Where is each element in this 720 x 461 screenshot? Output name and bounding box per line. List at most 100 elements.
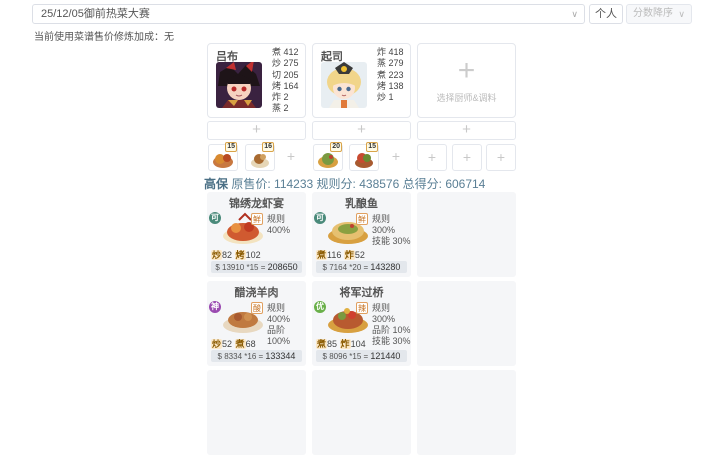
chef-portrait (321, 62, 367, 108)
condiment-tag: 辣 (356, 302, 368, 314)
sort-select-value: 分数降序 (633, 8, 673, 19)
skill-requirements: 炒82 烤102 (211, 248, 261, 261)
empty-dish-slot[interactable] (417, 281, 516, 366)
add-chef-label: 选择厨师&调料 (436, 93, 497, 103)
add-ingredient-button[interactable]: + (452, 144, 482, 171)
skill-requirements: 煮116 炸52 (316, 248, 365, 261)
ingredient-icon (355, 153, 373, 168)
quantity-badge: 16 (262, 142, 274, 152)
skill-key: 煮 (234, 339, 246, 349)
score-summary: 高保 原售价: 114233 规则分: 438576 总得分: 606714 (204, 175, 485, 192)
chevron-down-icon: ∨ (571, 9, 578, 19)
condiment-tag: 鲜 (251, 213, 263, 225)
add-ingredient-button[interactable]: + (276, 144, 306, 171)
equip-slot[interactable]: + (417, 121, 516, 140)
add-chef-button[interactable]: + 选择厨师&调料 (417, 43, 516, 118)
dish-name: 将军过桥 (339, 287, 384, 299)
chef-skill: 炒 275 (272, 58, 299, 69)
price-total: 208650 (267, 262, 298, 272)
add-ingredient-button[interactable]: + (381, 144, 411, 171)
ingredient-slot[interactable]: 16 (245, 142, 275, 171)
equals-sign: = (258, 352, 264, 361)
rule-score-label: 规则分: (316, 177, 356, 191)
chef-card[interactable]: 吕布 煮 412 炒 275 切 205 烤 164 炸 2 蒸 2 (207, 43, 306, 118)
chef-card[interactable]: 起司 炸 418 蒸 279 煮 223 烤 138 炒 1 (312, 43, 411, 118)
chef-skill: 煮 412 (272, 47, 299, 57)
skill-key: 炸 (339, 339, 351, 349)
skill-value: 52 (354, 250, 365, 260)
ingredient-slot[interactable]: 15 (349, 142, 379, 171)
contest-select-value: 25/12/05御前热菜大赛 (41, 8, 150, 20)
orig-price-label: 原售价: (231, 177, 271, 191)
price-total: 121440 (370, 351, 401, 361)
price-bar: $ 8096 *15 = 121440 (316, 350, 407, 362)
empty-dish-slot[interactable] (312, 370, 411, 455)
skill-value: 52 (222, 339, 233, 349)
rule-line: 规则 300% (372, 214, 396, 235)
skill-key: 烤 (234, 250, 246, 260)
quantity-badge: 20 (330, 142, 342, 152)
chevron-down-icon: ∨ (678, 9, 685, 19)
dish-card[interactable]: 醋浇羊肉 神 酸 规则 400% 品阶 100% 炒52 煮68 $ 8334 … (207, 281, 306, 366)
price-formula: 8096 *15 (329, 352, 362, 361)
skill-value: 116 (327, 250, 342, 260)
skill-key: 煮 (316, 250, 328, 260)
price-bar: $ 8334 *16 = 133344 (211, 350, 302, 362)
ingredient-slot[interactable]: 20 (313, 142, 343, 171)
equals-sign: = (363, 352, 369, 361)
total-score-value: 606714 (445, 177, 486, 191)
contest-select[interactable]: 25/12/05御前热菜大赛 ∨ (32, 4, 585, 24)
skill-key: 炒 (211, 339, 223, 349)
chef-portrait (216, 62, 262, 108)
chef-skills: 煮 412 炒 275 切 205 烤 164 炸 2 蒸 2 (272, 47, 299, 115)
chef-skill: 蒸 2 (272, 103, 289, 114)
ingredient-slot[interactable]: 15 (208, 142, 238, 171)
dish-name: 锦绣龙虾宴 (229, 198, 284, 210)
add-ingredient-button[interactable]: + (417, 144, 447, 171)
skill-key: 煮 (316, 339, 328, 349)
chef-skill: 切 205 (272, 69, 299, 80)
dish-rules: 规则 300% 技能 30% (372, 214, 411, 247)
skill-key: 炒 (211, 250, 223, 260)
chef-skill: 炒 1 (377, 92, 394, 103)
chef-skill: 蒸 279 (377, 58, 404, 69)
price-total: 133344 (265, 351, 296, 361)
rule-line: 规则 400% (267, 303, 291, 324)
empty-dish-slot[interactable] (207, 370, 306, 455)
chef-skill: 烤 138 (377, 80, 404, 91)
equip-slot[interactable]: + (207, 121, 306, 140)
dish-card[interactable]: 锦绣龙虾宴 可 鲜 规则 400% 炒82 烤102 $ 13910 *15 =… (207, 192, 306, 277)
chef-skill: 炸 2 (272, 92, 289, 103)
dish-rules: 规则 300% 品阶 10% 技能 30% (372, 303, 411, 347)
solo-button[interactable]: 个人 (589, 4, 623, 24)
equip-slot[interactable]: + (312, 121, 411, 140)
skill-value: 68 (245, 339, 256, 349)
chef-skills: 炸 418 蒸 279 煮 223 烤 138 炒 1 (377, 47, 404, 103)
rule-line: 规则 400% (267, 214, 291, 235)
total-score-label: 总得分: (402, 177, 442, 191)
dish-rules: 规则 400% (267, 214, 306, 236)
skill-requirements: 煮85 炸104 (316, 337, 366, 350)
ingredient-icon (213, 154, 233, 168)
skill-value: 85 (327, 339, 338, 349)
currency-symbol: $ (322, 263, 327, 272)
price-formula: 8334 *16 (224, 352, 257, 361)
chef-skill: 烤 164 (272, 80, 299, 91)
quantity-badge: 15 (225, 142, 237, 152)
rule-line: 技能 30% (372, 336, 411, 346)
sort-select[interactable]: 分数降序 ∨ (626, 4, 692, 24)
dish-card[interactable]: 将军过桥 优 辣 规则 300% 品阶 10% 技能 30% 煮85 炸104 … (312, 281, 411, 366)
skill-value: 102 (245, 250, 261, 260)
skill-requirements: 炒52 煮68 (211, 337, 256, 350)
grade-tag: 优 (314, 301, 326, 313)
currency-symbol: $ (322, 352, 327, 361)
add-ingredient-button[interactable]: + (486, 144, 516, 171)
currency-symbol: $ (215, 263, 220, 272)
empty-dish-slot[interactable] (417, 192, 516, 277)
empty-dish-slot[interactable] (417, 370, 516, 455)
price-total: 143280 (370, 262, 401, 272)
equals-sign: = (363, 263, 369, 272)
rule-line: 技能 30% (372, 236, 411, 246)
price-bar: $ 7164 *20 = 143280 (316, 261, 407, 273)
dish-card[interactable]: 乳酿鱼 可 鲜 规则 300% 技能 30% 煮116 炸52 $ 7164 *… (312, 192, 411, 277)
